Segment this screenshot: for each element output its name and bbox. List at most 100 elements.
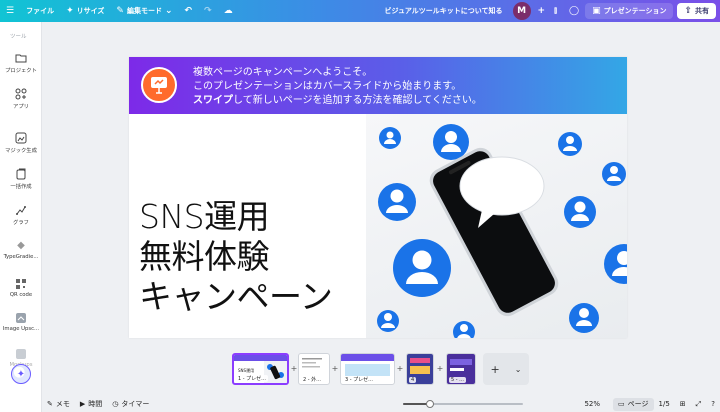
user-icon	[604, 244, 627, 284]
page-4-label: 4	[409, 377, 417, 383]
welcome-banner: 複数ページのキャンペーンへようこそ。 このプレゼンテーションはカバースライドから…	[129, 57, 627, 114]
insights-button[interactable]: ⫾	[548, 0, 563, 22]
user-icon	[558, 132, 582, 156]
mockups-icon	[15, 348, 27, 360]
undo-button[interactable]: ↶	[179, 0, 199, 22]
page-thumbnail-4[interactable]: 4	[406, 353, 434, 385]
undo-icon: ↶	[184, 5, 193, 16]
menu-button[interactable]: ☰	[0, 0, 20, 22]
add-collaborator-button[interactable]: +	[535, 0, 549, 22]
user-icon	[433, 124, 469, 160]
rail-item-charts[interactable]: グラフ	[0, 204, 42, 226]
notes-button[interactable]: ✎ メモ	[42, 399, 75, 409]
user-icon	[569, 303, 599, 333]
insert-page-button[interactable]: +	[331, 364, 339, 374]
present-icon: ▣	[592, 5, 601, 16]
page-1-label: 1 - プレゼ...	[236, 375, 268, 382]
plus-icon: +	[331, 364, 339, 373]
qr-code-icon	[15, 278, 27, 290]
sparkle-icon: ✦	[66, 5, 74, 16]
social-media-photo[interactable]	[366, 114, 627, 338]
sparkle-icon: ✦	[16, 368, 26, 380]
banner-text: 複数ページのキャンペーンへようこそ。 このプレゼンテーションはカバースライドから…	[193, 67, 482, 106]
notes-icon: ✎	[47, 400, 53, 408]
file-menu-button[interactable]: ファイル	[20, 0, 60, 22]
pages-view-button[interactable]: ▭ ページ	[613, 397, 654, 411]
rail-item-projects[interactable]: プロジェクト	[0, 52, 42, 74]
user-icon	[378, 183, 416, 221]
share-icon: ⇪	[684, 5, 692, 16]
zoom-percentage[interactable]: 52%	[579, 400, 605, 408]
slide-title[interactable]: SNS運用 無料体験 キャンペーン	[139, 197, 333, 317]
type-gradient-icon: ◆	[17, 240, 25, 251]
add-page-button[interactable]: + ⌄	[483, 353, 529, 385]
user-icon	[393, 239, 451, 297]
redo-icon: ↷	[204, 5, 212, 16]
user-icon	[564, 196, 596, 228]
timing-button[interactable]: ▶ 時間	[75, 399, 107, 409]
comment-icon: ◯	[568, 5, 580, 16]
fullscreen-button[interactable]: ⤢	[691, 400, 707, 409]
bottom-status-bar: ✎ メモ ▶ 時間 ◷ タイマー 52% ▭ ページ 1/5 ⊞ ⤢ ?	[42, 396, 720, 412]
chevron-down-icon: ⌄	[514, 364, 522, 374]
pages-view-icon: ▭	[618, 400, 625, 408]
insert-page-button[interactable]: +	[436, 364, 444, 374]
user-icon	[453, 321, 475, 338]
rail-item-apps[interactable]: アプリ	[0, 88, 42, 110]
page-counter: 1/5	[658, 400, 670, 408]
social-network-illustration	[377, 124, 627, 338]
bar-chart-icon: ⫾	[554, 5, 557, 16]
plus-icon: +	[436, 364, 444, 373]
plus-icon: +	[290, 364, 298, 373]
zoom-slider-handle[interactable]	[425, 400, 434, 408]
chevron-down-icon: ⌄	[164, 5, 173, 16]
insert-page-button[interactable]: +	[290, 364, 298, 374]
rail-item-qr-code[interactable]: QR code	[0, 278, 42, 298]
top-toolbar: ☰ ファイル ✦ リサイズ ✎ 編集モード ⌄ ↶ ↷ ☁ ビジュアルツールキットにつ…	[0, 0, 720, 22]
share-button[interactable]: ⇪ 共有	[677, 3, 716, 19]
magic-assistant-button[interactable]: ✦	[11, 364, 31, 384]
slide-canvas[interactable]: 複数ページのキャンペーンへようこそ。 このプレゼンテーションはカバースライドから…	[129, 57, 627, 338]
cloud-check-icon: ☁	[223, 5, 233, 16]
edit-mode-button[interactable]: ✎ 編集モード ⌄	[110, 0, 178, 22]
grid-view-icon: ⊞	[679, 400, 686, 408]
grid-view-button[interactable]: ⊞	[675, 400, 691, 408]
left-tool-rail: ツール プロジェクト アプリ マジック生成 一括作成 グラフ ◆ TypeGra…	[0, 22, 42, 412]
resize-button[interactable]: ✦ リサイズ	[60, 0, 110, 22]
plus-icon: +	[537, 5, 546, 16]
rail-item-magic-media[interactable]: マジック生成	[0, 132, 42, 154]
page-5-label: 5 - ...	[449, 377, 466, 383]
rail-heading: ツール	[10, 34, 27, 40]
page-thumbnail-3[interactable]: 3 - プレゼ...	[340, 353, 395, 385]
visual-toolkit-link[interactable]: ビジュアルツールキットについて知る	[378, 0, 508, 22]
user-icon	[379, 127, 401, 149]
folder-icon	[15, 52, 27, 64]
page-2-label: 2 - 外...	[301, 376, 323, 383]
hamburger-icon: ☰	[6, 5, 15, 16]
comments-button[interactable]: ◯	[563, 0, 585, 22]
redo-button[interactable]: ↷	[198, 0, 218, 22]
help-icon: ?	[711, 400, 715, 408]
page-thumbnail-2[interactable]: 2 - 外...	[298, 353, 330, 385]
magic-media-icon	[15, 132, 27, 144]
zoom-slider[interactable]	[403, 400, 523, 408]
help-button[interactable]: ?	[706, 400, 720, 408]
page-3-label: 3 - プレゼ...	[343, 376, 375, 383]
play-icon: ▶	[79, 400, 86, 408]
clock-icon: ◷	[112, 400, 119, 408]
apps-icon	[15, 88, 27, 100]
bulk-create-icon	[15, 168, 27, 180]
fullscreen-icon: ⤢	[695, 399, 702, 408]
page-thumbnail-5[interactable]: 5 - ...	[446, 353, 476, 385]
rail-item-image-upscaler[interactable]: Image Upsc...	[0, 312, 42, 332]
rail-item-type-gradient[interactable]: ◆ TypeGradie...	[0, 240, 42, 260]
rail-item-bulk-create[interactable]: 一括作成	[0, 168, 42, 190]
image-upscaler-icon	[15, 312, 27, 324]
avatar[interactable]: M	[512, 2, 531, 20]
page-thumbnail-1[interactable]: SNS運用 1 - プレゼ...	[232, 353, 289, 385]
insert-page-button[interactable]: +	[396, 364, 404, 374]
present-button[interactable]: ▣ プレゼンテーション	[585, 3, 674, 19]
timer-button[interactable]: ◷ タイマー	[107, 399, 154, 409]
cloud-save-button[interactable]: ☁	[218, 0, 239, 22]
pencil-icon: ✎	[116, 5, 124, 16]
